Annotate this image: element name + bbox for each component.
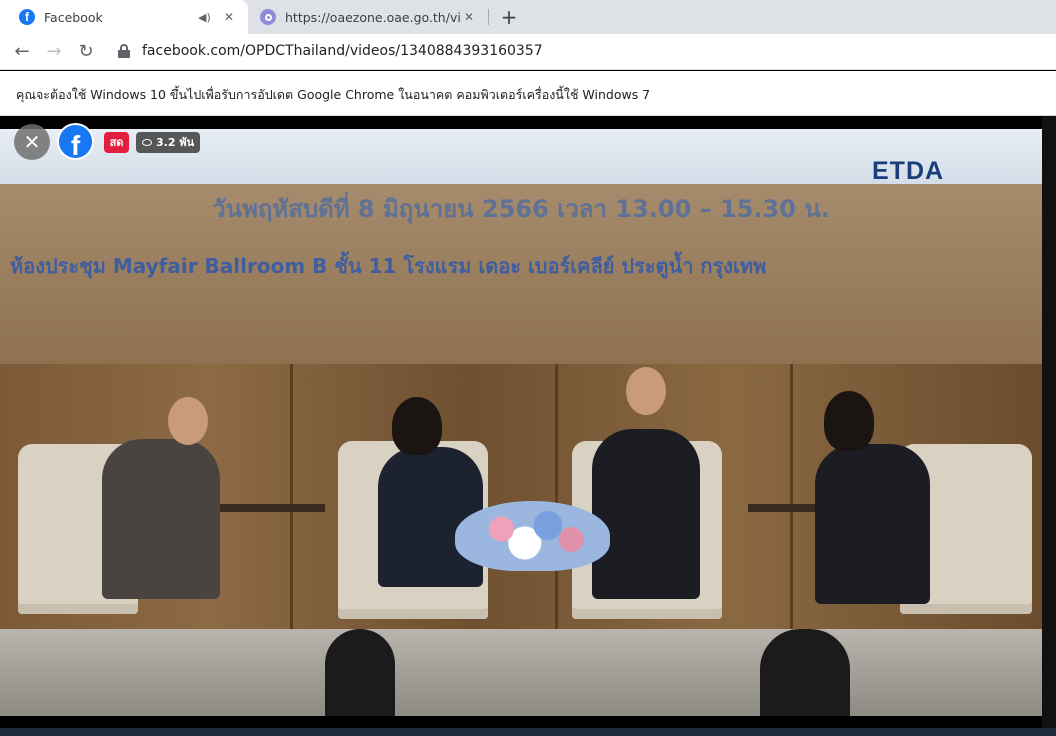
new-tab-button[interactable]: + — [498, 4, 520, 30]
wall-panel-divider — [290, 364, 293, 629]
etda-logo: ETDA — [872, 157, 945, 185]
back-arrow-icon[interactable]: ← — [9, 39, 35, 65]
moderator — [102, 439, 220, 599]
forward-arrow-icon[interactable]: → — [41, 39, 67, 65]
tab-title: https://oaezone.oae.go.th/view/1 — [285, 9, 460, 25]
browser-window: f Facebook ◀) ✕ https://oaezone.oae.go.t… — [0, 0, 1056, 736]
close-tab-icon[interactable]: ✕ — [460, 10, 478, 24]
viewer-count-badge: 3.2 พัน — [136, 132, 201, 153]
speaker-hair — [392, 397, 442, 455]
eye-icon — [142, 139, 152, 146]
windows-taskbar[interactable] — [0, 728, 1056, 736]
lock-icon[interactable] — [118, 44, 130, 58]
audience-head — [325, 629, 395, 716]
close-video-button[interactable]: ✕ — [14, 124, 50, 160]
viewer-count: 3.2 พัน — [156, 136, 195, 149]
speaker-head — [626, 367, 666, 415]
facebook-logo-icon[interactable]: f — [57, 123, 94, 161]
reload-icon[interactable]: ↻ — [73, 39, 99, 65]
browser-toolbar: ← → ↻ facebook.com/OPDCThailand/videos/1… — [0, 34, 1056, 70]
speaker-man — [592, 429, 700, 599]
close-tab-icon[interactable]: ✕ — [220, 10, 238, 24]
tab-separator — [488, 9, 489, 25]
speaker-hair — [824, 391, 874, 451]
moderator-head — [168, 397, 208, 445]
wall-panel-divider — [555, 364, 558, 629]
event-date-text: วันพฤหัสบดีที่ 8 มิถุนายน 2566 เวลา 13.0… — [212, 195, 830, 223]
tab-title: Facebook — [44, 9, 103, 25]
event-venue-text: ห้องประชุม Mayfair Ballroom B ชั้น 11 โร… — [10, 254, 767, 278]
oae-favicon-icon — [260, 9, 276, 25]
tab-oaezone[interactable]: https://oaezone.oae.go.th/view/1 ✕ — [248, 0, 488, 34]
speaker-woman — [815, 444, 930, 604]
stage-floor — [0, 629, 1042, 716]
flower-arrangement — [455, 501, 610, 571]
tab-facebook[interactable]: f Facebook ◀) ✕ — [0, 0, 248, 34]
address-bar[interactable]: facebook.com/OPDCThailand/videos/1340884… — [142, 43, 543, 59]
infobar: คุณจะต้องใช้ Windows 10 ขึ้นไปเพื่อรับกา… — [0, 71, 1056, 116]
live-video-frame[interactable]: วันพฤหัสบดีที่ 8 มิถุนายน 2566 เวลา 13.0… — [0, 129, 1042, 716]
windows-7-warning: คุณจะต้องใช้ Windows 10 ขึ้นไปเพื่อรับกา… — [16, 87, 651, 102]
audience-head — [760, 629, 850, 716]
tab-strip: f Facebook ◀) ✕ https://oaezone.oae.go.t… — [0, 0, 1056, 34]
side-table — [215, 504, 325, 512]
facebook-favicon-icon: f — [19, 9, 35, 25]
live-badge: สด — [104, 132, 129, 153]
page-scrollbar[interactable] — [1042, 116, 1056, 736]
wall-panel-divider — [790, 364, 793, 629]
speaker-icon[interactable]: ◀) — [198, 11, 212, 24]
